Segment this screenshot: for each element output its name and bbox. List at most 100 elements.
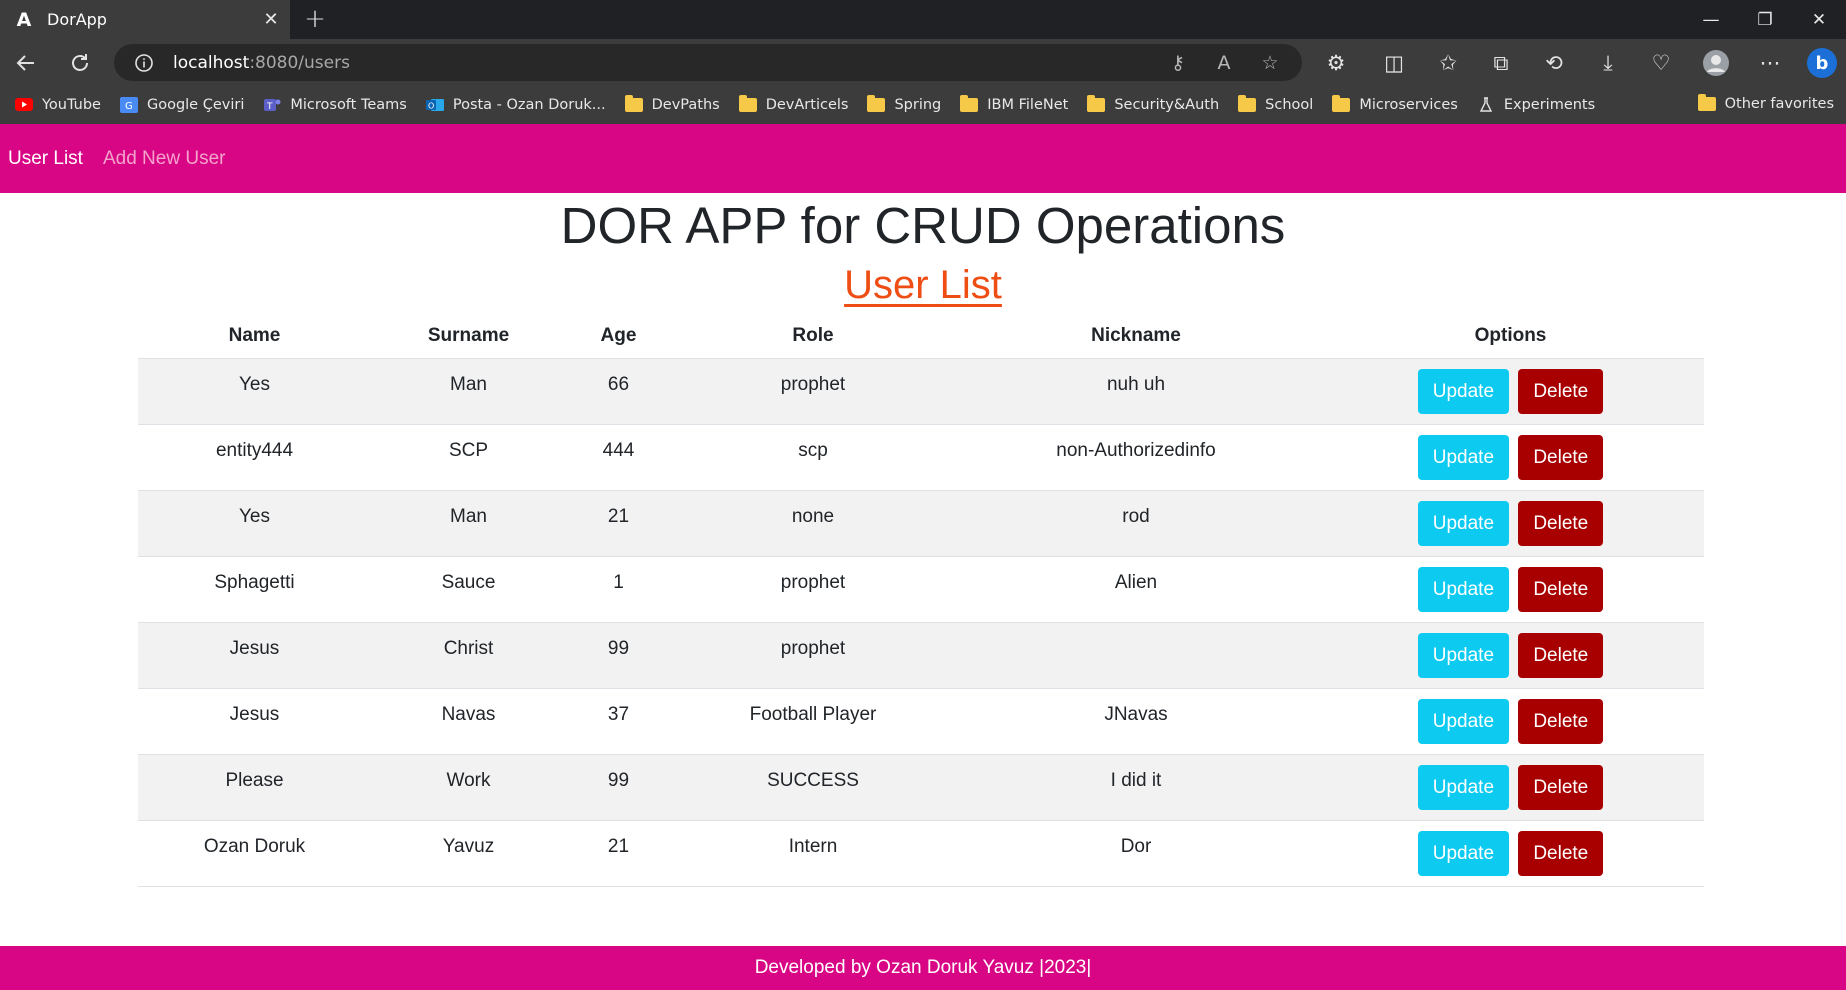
update-button[interactable]: Update [1417,632,1510,678]
delete-button[interactable]: Delete [1518,434,1604,480]
key-icon[interactable]: ⚷ [1160,44,1196,81]
delete-button[interactable]: Delete [1518,368,1604,414]
back-arrow-icon[interactable] [8,45,44,81]
cell-age: 444 [566,424,671,491]
delete-button[interactable]: Delete [1518,830,1604,876]
update-button[interactable]: Update [1417,500,1510,546]
bing-copilot-icon[interactable]: b [1804,45,1840,81]
profile-avatar-icon[interactable] [1698,45,1734,81]
delete-button[interactable]: Delete [1518,632,1604,678]
bookmark-label: Spring [894,96,942,113]
bookmark-experiments[interactable]: Experiments [1472,91,1599,119]
performance-icon[interactable]: ♡ [1643,45,1679,81]
cell-options: Update Delete [1317,424,1704,491]
bookmark-devpaths[interactable]: DevPaths [620,91,724,119]
cell-role: prophet [671,358,955,425]
nav-user-list[interactable]: User List [8,148,83,170]
history-icon[interactable]: ⟲ [1536,45,1572,81]
split-screen-icon[interactable]: ◫ [1376,45,1412,81]
update-button[interactable]: Update [1417,830,1510,876]
cell-options: Update Delete [1317,622,1704,689]
bookmark-outlook[interactable]: O Posta - Ozan Doruk... [421,91,610,119]
angular-favicon-icon: A [16,8,32,31]
bookmark-microservices[interactable]: Microservices [1327,91,1462,119]
cell-name: Yes [138,358,371,425]
footer-text: Developed by Ozan Doruk Yavuz |2023| [754,957,1092,978]
new-tab-icon[interactable]: + [300,4,330,34]
bookmark-school[interactable]: School [1233,91,1317,119]
delete-button[interactable]: Delete [1518,764,1604,810]
cell-name: Yes [138,490,371,557]
delete-button[interactable]: Delete [1518,500,1604,546]
cell-options: Update Delete [1317,820,1704,887]
bookmark-label: Microservices [1359,96,1458,113]
teams-icon: T [262,97,282,113]
downloads-icon[interactable]: ⤓ [1590,45,1626,81]
cell-surname: Christ [371,622,566,689]
favorite-star-icon[interactable]: ☆ [1252,44,1288,81]
header-surname: Surname [371,315,566,359]
table-row: Sphagetti Sauce 1 prophet Alien Update D… [138,556,1704,623]
folder-icon [959,94,979,113]
bookmark-devarticels[interactable]: DevArticels [734,91,853,119]
table-row: Jesus Christ 99 prophet Update Delete [138,622,1704,689]
cell-role: SUCCESS [671,754,955,821]
cell-name: Jesus [138,688,371,755]
svg-text:b: b [1816,53,1829,74]
bookmark-spring[interactable]: Spring [862,91,945,119]
nav-add-new-user[interactable]: Add New User [103,148,226,170]
update-button[interactable]: Update [1417,764,1510,810]
restore-icon[interactable]: ❐ [1738,0,1792,39]
address-bar[interactable]: localhost:8080/users ⚷ A ☆ [114,44,1302,81]
folder-icon [866,94,886,113]
cell-surname: Sauce [371,556,566,623]
browser-tab[interactable]: A DorApp ✕ [0,0,290,39]
collections-icon[interactable]: ⧉ [1483,45,1519,81]
update-button[interactable]: Update [1417,434,1510,480]
cell-options: Update Delete [1317,490,1704,557]
close-tab-icon[interactable]: ✕ [256,5,286,35]
cell-options: Update Delete [1317,358,1704,425]
site-info-icon[interactable] [131,50,157,76]
minimize-icon[interactable]: — [1684,0,1738,39]
delete-button[interactable]: Delete [1518,566,1604,612]
delete-button[interactable]: Delete [1518,698,1604,744]
refresh-icon[interactable] [62,45,98,81]
update-button[interactable]: Update [1417,566,1510,612]
cell-age: 99 [566,754,671,821]
bookmark-label: Posta - Ozan Doruk... [452,96,606,113]
google-translate-icon: G [119,96,139,113]
update-button[interactable]: Update [1417,368,1510,414]
header-nickname: Nickname [955,315,1317,359]
svg-text:T: T [266,102,273,112]
bookmark-teams[interactable]: T Microsoft Teams [258,91,410,119]
favorites-icon[interactable]: ✩ [1430,45,1466,81]
cell-age: 21 [566,490,671,557]
bookmark-ibm-filenet[interactable]: IBM FileNet [955,91,1072,119]
flask-icon [1476,96,1496,113]
cell-age: 37 [566,688,671,755]
page-subtitle: User List [844,263,1002,307]
update-button[interactable]: Update [1417,698,1510,744]
bookmark-label: Microsoft Teams [290,96,407,113]
more-options-icon[interactable]: ⋯ [1752,45,1788,81]
read-aloud-icon[interactable]: A [1206,44,1242,81]
other-favorites-label: Other favorites [1724,96,1834,112]
bookmark-other-favorites[interactable]: Other favorites [1697,90,1834,118]
browser-titlebar: A DorApp ✕ + — ❐ ✕ [0,0,1846,39]
header-name: Name [138,315,371,359]
bookmark-youtube[interactable]: YouTube [10,91,105,119]
close-window-icon[interactable]: ✕ [1792,0,1846,39]
extensions-icon[interactable]: ⚙ [1318,45,1354,81]
cell-role: Intern [671,820,955,887]
bookmark-security-auth[interactable]: Security&Auth [1082,91,1223,119]
cell-surname: Man [371,490,566,557]
cell-age: 99 [566,622,671,689]
svg-text:O: O [428,101,434,110]
url-path: :8080/users [249,52,350,73]
bookmark-google-translate[interactable]: G Google Çeviri [115,91,248,119]
svg-text:G: G [125,101,133,112]
app-footer: Developed by Ozan Doruk Yavuz |2023| [0,946,1846,990]
cell-nickname: Dor [955,820,1317,887]
cell-surname: Navas [371,688,566,755]
